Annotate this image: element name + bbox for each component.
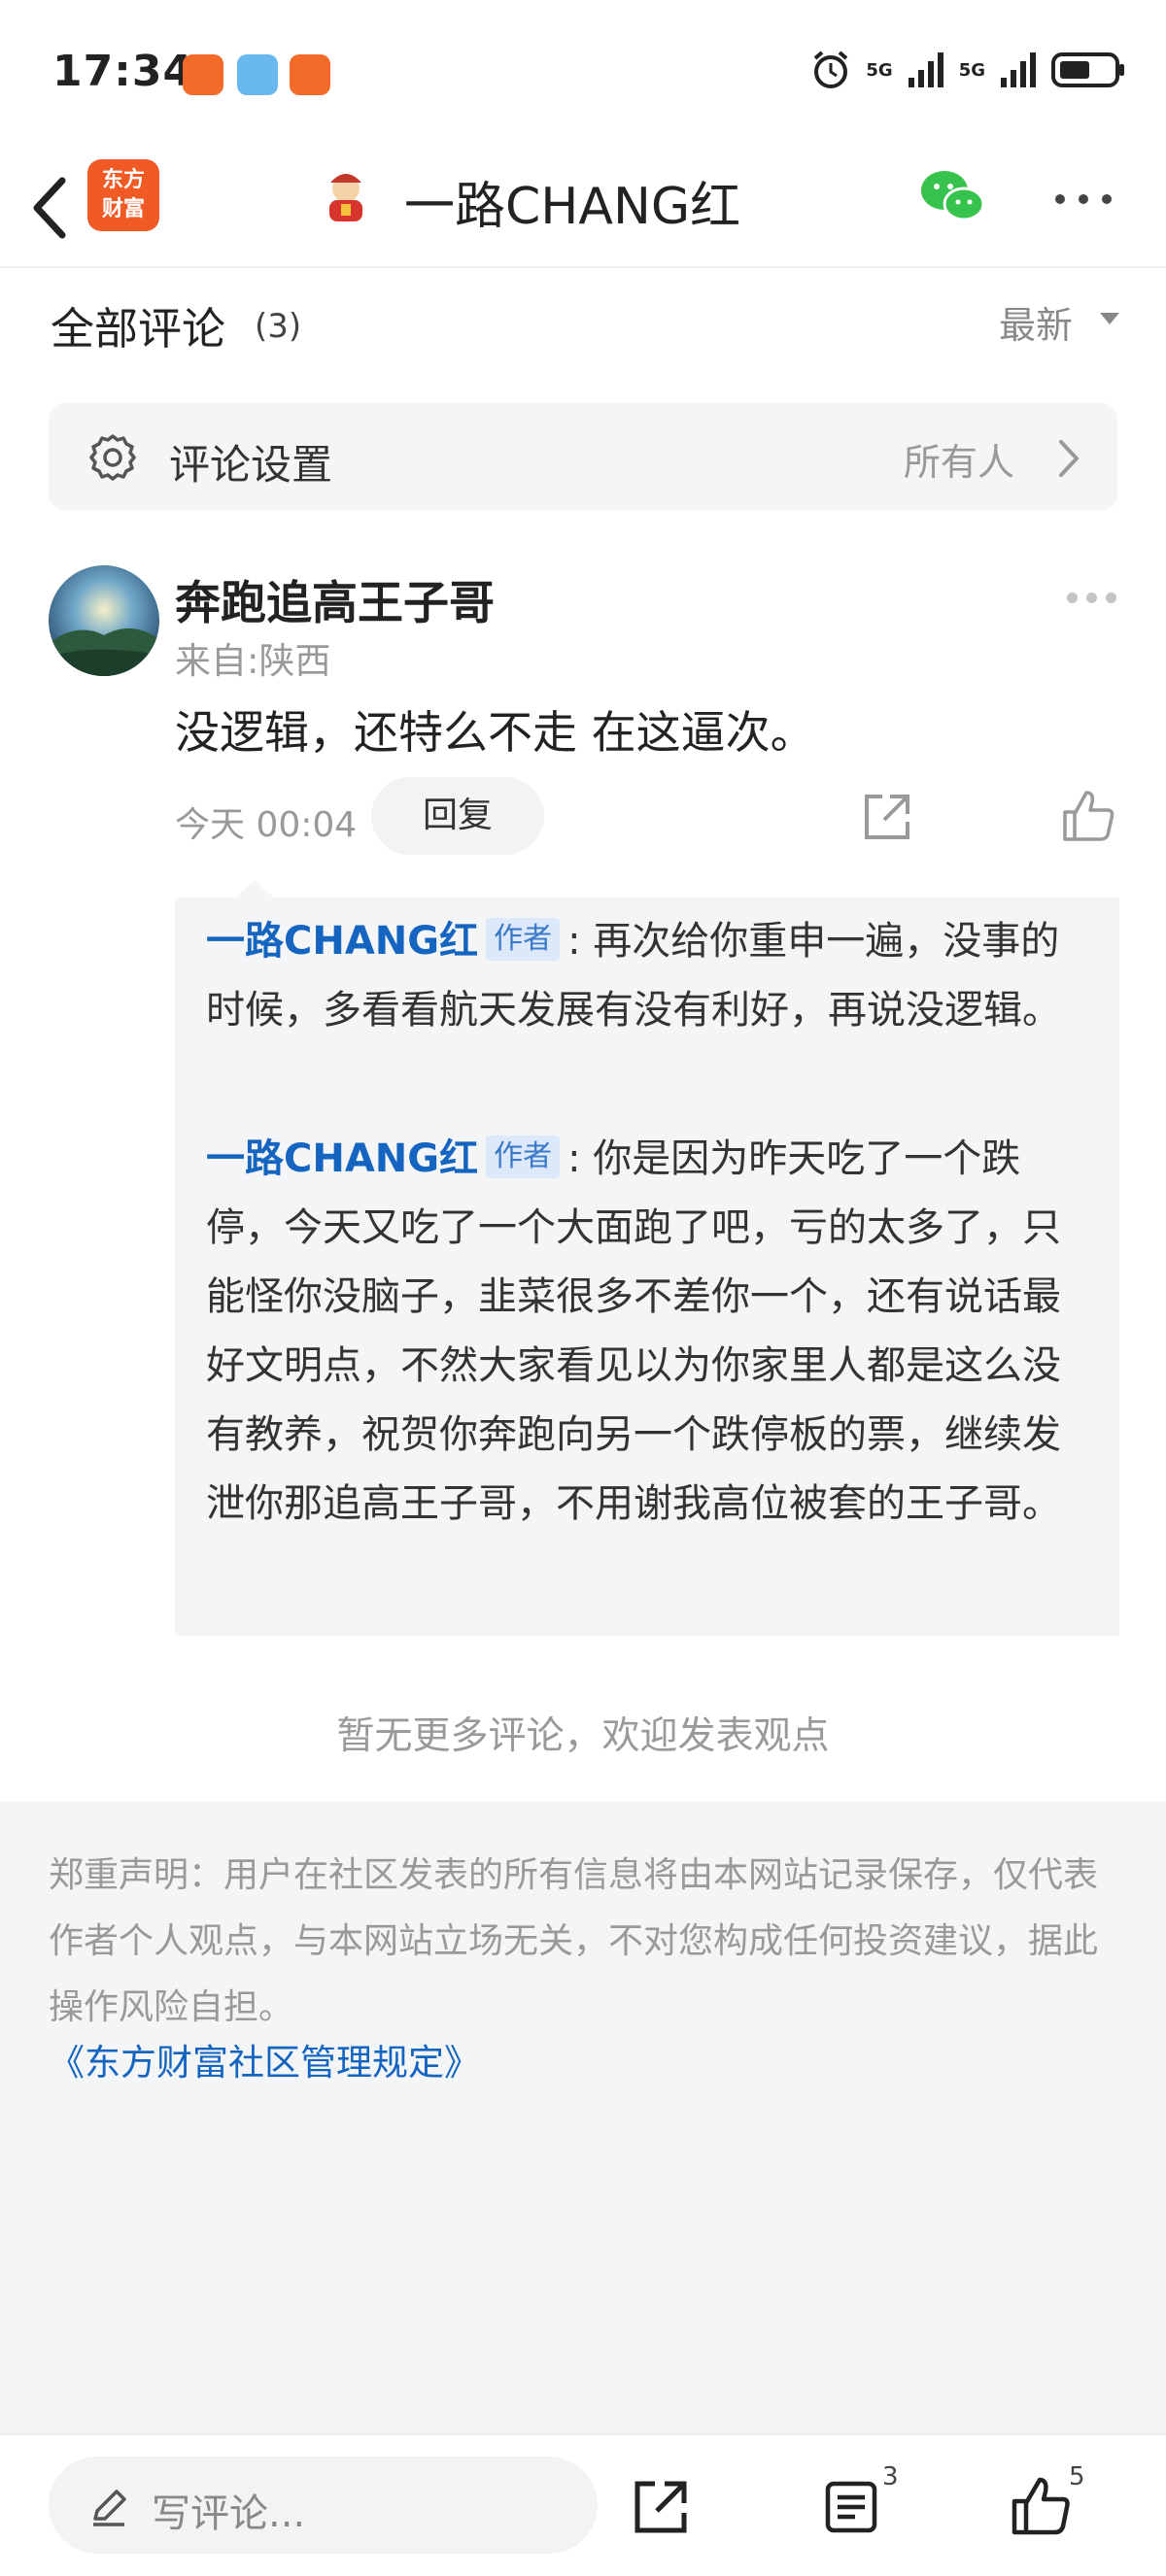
reply-text: : 你是因为昨天吃了一个跌停，今天又吃了一个大面跑了吧，亏的太多了，只能怪你没脑… [206,1136,1061,1526]
mascot-avatar-icon [329,174,362,221]
avatar[interactable] [49,565,159,676]
caret-down-icon[interactable] [1100,313,1119,324]
no-more-comments-text: 暂无更多评论，欢迎发表观点 [336,1714,830,1758]
reply-author[interactable]: 一路CHANG红 [206,919,478,964]
settings-label: 评论设置 [169,441,333,489]
comment-timestamp: 今天 00:04 [175,805,358,845]
signal-icon [1001,52,1036,87]
reply-author[interactable]: 一路CHANG红 [206,1136,478,1181]
comment-placeholder: 写评论... [152,2491,306,2536]
author-badge: 作者 [486,1135,561,1178]
weather-icon [237,54,278,95]
reply-item[interactable]: 一路CHANG红 作者: 你是因为昨天吃了一个跌停，今天又吃了一个大面跑了吧，亏的… [206,1125,1080,1539]
sort-dropdown[interactable]: 最新 [999,295,1073,349]
like-count-badge: 5 [1069,2462,1085,2491]
page-title: 一路CHANG红 [404,178,741,236]
signal-5g-label: 5G [866,59,893,81]
share-icon[interactable] [630,2476,692,2538]
disclaimer-section: 郑重声明：用户在社区发表的所有信息将由本网站记录保存，仅代表作者个人观点，与本网… [0,1802,1166,2433]
comments-list-icon[interactable] [822,2478,880,2536]
bottom-action-bar: 写评论... 3 5 [0,2433,1166,2576]
signal-5g-label: 5G [958,59,985,81]
comment-author-location: 来自:陕西 [175,640,331,682]
eastmoney-logo[interactable]: 东方 财富 [87,159,159,231]
status-icons: 5G 5G [809,49,1127,91]
write-comment-input[interactable]: 写评论... [49,2457,598,2554]
comment-settings-row[interactable]: 评论设置 所有人 [49,403,1117,510]
logo-text: 财富 [101,197,145,221]
back-button[interactable] [21,169,80,247]
chevron-right-icon [1059,440,1079,477]
reply-item[interactable]: 一路CHANG红 作者: 再次给你重申一遍，没事的时候，多看看航天发展有没有利好，… [206,907,1080,1045]
replies-container: 一路CHANG红 作者: 再次给你重申一遍，没事的时候，多看看航天发展有没有利好，… [175,898,1119,1636]
status-bar: 17:34 5G 5G [0,0,1166,146]
share-icon[interactable] [861,791,913,843]
settings-value: 所有人 [904,441,1015,484]
thumbs-up-icon[interactable] [1059,787,1117,845]
comments-count: (3) [255,307,302,346]
author-badge: 作者 [486,918,561,961]
community-rules-link[interactable]: 《东方财富社区管理规定》 [49,2033,480,2085]
comment-author-name[interactable]: 奔跑追高王子哥 [175,565,495,632]
more-options-button[interactable] [1049,185,1117,214]
alarm-icon [814,51,848,88]
logo-text: 东方 [101,168,145,192]
thumbs-up-icon[interactable] [1009,2474,1073,2538]
wechat-share-icon[interactable] [917,165,987,227]
app-notification-icon [183,54,223,95]
pencil-icon [93,2490,126,2526]
comment-more-button[interactable] [1067,589,1121,608]
disclaimer-text: 郑重声明：用户在社区发表的所有信息将由本网站记录保存，仅代表作者个人观点，与本网… [49,1855,1099,2027]
comments-title: 全部评论 [51,303,226,355]
reply-button[interactable]: 回复 [371,777,544,855]
comment-text: 没逻辑，还特么不走 在这逼次。 [175,706,815,759]
nav-bar: 东方 财富 一路CHANG红 [0,146,1166,268]
gear-icon [89,434,136,481]
signal-icon [908,52,943,87]
app-notification-icon [290,54,330,95]
comments-count-badge: 3 [882,2462,899,2491]
replies-pointer [233,880,276,899]
status-clock: 17:34 [52,47,194,96]
battery-icon [1051,52,1124,87]
